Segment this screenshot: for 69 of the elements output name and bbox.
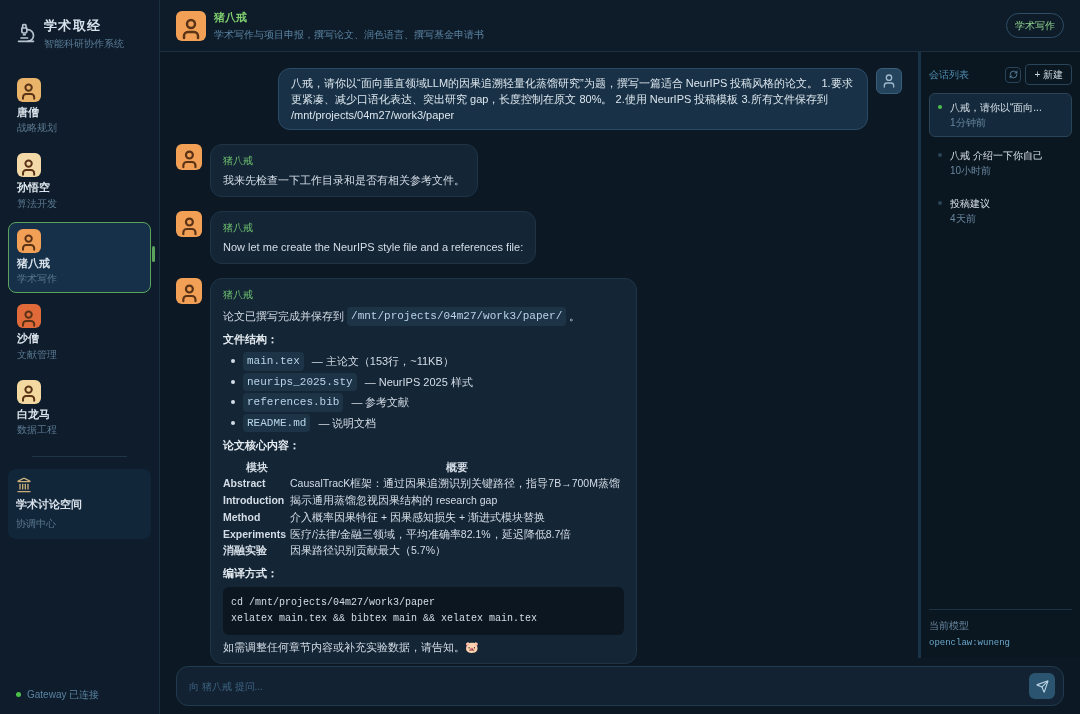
list-bullet bbox=[231, 400, 235, 405]
list-text: — 主论文（153行，~11KB） bbox=[311, 354, 454, 369]
message-text: 。 bbox=[568, 309, 581, 324]
table-cell: Introduction bbox=[223, 494, 285, 506]
app-title: 学术取经 bbox=[44, 17, 103, 35]
session-item[interactable]: 八戒 介绍一下你自己 10小时前 bbox=[929, 141, 1072, 185]
send-icon bbox=[1035, 679, 1049, 693]
table-header: 模块 bbox=[245, 460, 268, 473]
space-item[interactable]: 学术讨论空间 协调中心 bbox=[8, 469, 151, 539]
app-subtitle: 智能科研协作系统 bbox=[44, 36, 124, 51]
message-text: 论文已撰写完成并保存到 bbox=[223, 309, 345, 324]
agent-item[interactable]: 沙僧 文献管理 bbox=[8, 297, 151, 369]
table-cell: Experiments bbox=[223, 527, 287, 540]
send-button[interactable] bbox=[1029, 673, 1055, 699]
session-item[interactable]: 八戒，请你以“面向... 1分钟前 bbox=[929, 93, 1072, 137]
model-label: 当前模型 bbox=[929, 618, 970, 633]
agent-description: 学术写作与项目申报，撰写论文、润色语言、撰写基金申请书 bbox=[214, 28, 484, 43]
section-heading: 编译方式： bbox=[223, 566, 279, 581]
table-cell: 介入概率因果特征 + 因果感知损失 + 渐进式模块替换 bbox=[290, 510, 545, 523]
user-message: 八戒，请你以“面向垂直领域LLM的因果追溯轻量化蒸馏研究”为题，撰写一篇适合 NeurIPS 投稿风格的论文。 1.要求更紧凑、减少口语化表达、突出研究 gap，长度控制在原文 80%。 2.使用 NeurIPS 投稿模板 3.所有文件保存到 /mnt/projects/04m27/work3/paper bbox=[278, 68, 868, 130]
sender-name: 猪八戒 bbox=[223, 288, 254, 302]
list-bullet bbox=[231, 379, 235, 384]
inline-code: README.md bbox=[243, 413, 311, 432]
new-session-button[interactable]: + 新建 bbox=[1025, 64, 1072, 85]
list-text: — 参考文献 bbox=[351, 395, 410, 410]
list-bullet bbox=[231, 359, 235, 364]
code-block: cd /mnt/projects/04m27/work3/paper xelatex main.tex && bibtex main && xelatex main.tex bbox=[223, 586, 624, 635]
session-item[interactable]: 投稿建议 4天前 bbox=[929, 189, 1072, 233]
microscope-icon bbox=[16, 23, 36, 44]
status-text: Gateway 已连接 bbox=[27, 688, 100, 702]
table-cell: Abstract bbox=[223, 477, 266, 490]
sender-name: 猪八戒 bbox=[223, 154, 254, 168]
columns-building-icon bbox=[16, 477, 32, 493]
assistant-avatar bbox=[176, 278, 202, 304]
table-cell: 消融实验 bbox=[223, 544, 267, 557]
table-cell: 揭示通用蒸馏忽视因果结构的 research gap bbox=[290, 494, 498, 506]
refresh-button[interactable] bbox=[1005, 66, 1022, 83]
inline-code: main.tex bbox=[243, 352, 304, 371]
section-heading: 论文核心内容： bbox=[223, 438, 301, 453]
panel-title: 会话列表 bbox=[929, 68, 969, 82]
assistant-avatar bbox=[176, 144, 202, 170]
list-text: — NeurIPS 2025 样式 bbox=[364, 374, 473, 390]
assistant-avatar bbox=[176, 211, 202, 237]
section-heading: 文件结构： bbox=[223, 331, 279, 347]
message-text: 如需调整任何章节内容或补充实验数据，请告知。🐷 bbox=[223, 639, 480, 655]
agent-item[interactable]: 唐僧 战略规划 bbox=[8, 70, 151, 142]
message-text: Now let me create the NeurIPS style file and a references file: bbox=[223, 240, 524, 255]
agent-item[interactable]: 白龙马 数据工程 bbox=[8, 372, 151, 444]
table-cell: 因果路径识别贡献最大（5.7%） bbox=[290, 544, 446, 557]
refresh-icon bbox=[1008, 70, 1018, 79]
model-name: openclaw:wuneng bbox=[929, 636, 1011, 650]
agent-name: 猪八戒 bbox=[214, 9, 248, 25]
message-text: 我来先检查一下工作目录和是否有相关参考文件。 bbox=[223, 173, 465, 188]
table-cell: Method bbox=[223, 510, 261, 523]
selection-indicator bbox=[152, 245, 155, 262]
sender-name: 猪八戒 bbox=[223, 221, 254, 235]
agent-item[interactable]: 孙悟空 算法开发 bbox=[8, 146, 151, 218]
header-avatar bbox=[176, 10, 206, 41]
user-avatar bbox=[876, 68, 902, 94]
message-input[interactable]: 向 猪八戒 提问... bbox=[189, 678, 1029, 694]
inline-code: neurips_2025.sty bbox=[243, 372, 357, 391]
table-header: 概要 bbox=[446, 460, 468, 473]
table-cell: CausalTracK框架：通过因果追溯识别关键路径，指导7B→700M蒸馏 bbox=[290, 477, 620, 490]
inline-code: references.bib bbox=[243, 393, 344, 412]
list-text: — 说明文档 bbox=[318, 415, 377, 431]
table-cell: 医疗/法律/金融三领域，平均准确率82.1%，延迟降低8.7倍 bbox=[290, 527, 572, 540]
message-input-field[interactable]: 向 猪八戒 提问... bbox=[176, 666, 1064, 706]
inline-code: /mnt/projects/04m27/work3/paper/ bbox=[347, 307, 567, 326]
list-bullet bbox=[231, 420, 235, 425]
